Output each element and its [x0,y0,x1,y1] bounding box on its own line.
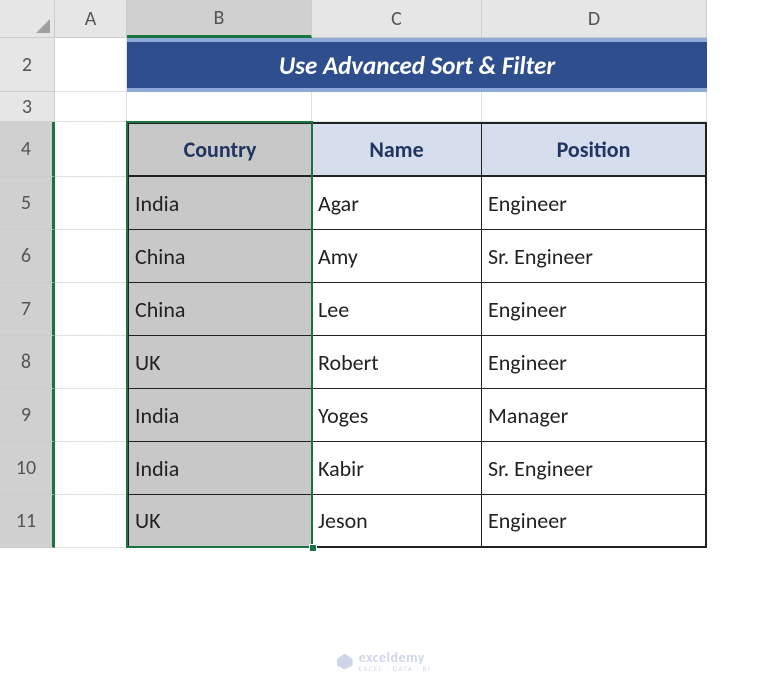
col-head-c[interactable]: C [312,0,482,38]
col-head-a[interactable]: A [55,0,127,38]
header-position[interactable]: Position [482,122,707,177]
row-head-8[interactable]: 8 [0,336,55,389]
cell-d3[interactable] [482,92,707,122]
row-head-9[interactable]: 9 [0,389,55,442]
cell-a7[interactable] [55,283,127,336]
table-row[interactable]: Engineer [482,177,707,230]
row-head-10[interactable]: 10 [0,442,55,495]
table-row[interactable]: China [127,230,312,283]
watermark-sub: EXCEL · DATA · BI [359,665,432,672]
table-row[interactable]: India [127,389,312,442]
table-row[interactable]: Kabir [312,442,482,495]
table-row[interactable]: UK [127,495,312,548]
table-row[interactable]: Sr. Engineer [482,442,707,495]
table-row[interactable]: Agar [312,177,482,230]
row-head-7[interactable]: 7 [0,283,55,336]
cell-a9[interactable] [55,389,127,442]
cell-a11[interactable] [55,495,127,548]
select-all-corner[interactable] [0,0,55,38]
cell-a3[interactable] [55,92,127,122]
cell-c3[interactable] [312,92,482,122]
cell-a10[interactable] [55,442,127,495]
table-row[interactable]: Robert [312,336,482,389]
header-country[interactable]: Country [127,122,312,177]
row-head-6[interactable]: 6 [0,230,55,283]
watermark-main: exceldemy [359,651,432,665]
table-row[interactable]: Amy [312,230,482,283]
col-head-d[interactable]: D [482,0,707,38]
header-name[interactable]: Name [312,122,482,177]
table-row[interactable]: Yoges [312,389,482,442]
row-head-2[interactable]: 2 [0,38,55,92]
table-row[interactable]: Engineer [482,495,707,548]
table-row[interactable]: UK [127,336,312,389]
watermark-text: exceldemy EXCEL · DATA · BI [359,651,432,672]
fill-handle[interactable] [309,544,317,552]
spreadsheet-grid: A B C D 2 Use Advanced Sort & Filter 3 4… [0,0,768,548]
cell-b3[interactable] [127,92,312,122]
cell-a4[interactable] [55,122,127,177]
row-head-3[interactable]: 3 [0,92,55,122]
cell-a8[interactable] [55,336,127,389]
col-head-b[interactable]: B [127,0,312,38]
table-row[interactable]: China [127,283,312,336]
table-row[interactable]: India [127,442,312,495]
watermark: exceldemy EXCEL · DATA · BI [337,651,432,672]
row-head-4[interactable]: 4 [0,122,55,177]
table-row[interactable]: Manager [482,389,707,442]
table-row[interactable]: Engineer [482,283,707,336]
title-banner: Use Advanced Sort & Filter [127,38,707,92]
table-row[interactable]: Engineer [482,336,707,389]
table-row[interactable]: Sr. Engineer [482,230,707,283]
table-row[interactable]: Jeson [312,495,482,548]
row-head-11[interactable]: 11 [0,495,55,548]
cell-a6[interactable] [55,230,127,283]
cell-a2[interactable] [55,38,127,92]
table-row[interactable]: India [127,177,312,230]
table-row[interactable]: Lee [312,283,482,336]
watermark-icon [337,654,353,670]
cell-a5[interactable] [55,177,127,230]
row-head-5[interactable]: 5 [0,177,55,230]
